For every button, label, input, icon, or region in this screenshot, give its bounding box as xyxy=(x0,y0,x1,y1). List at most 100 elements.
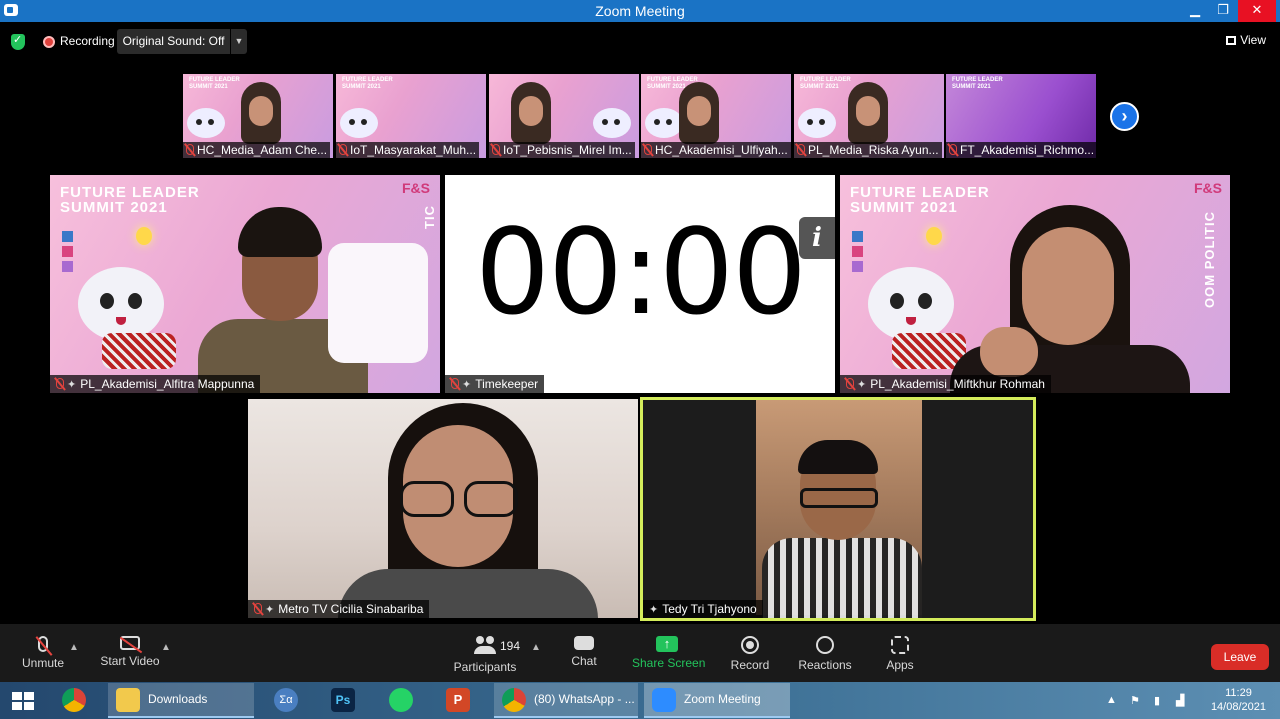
participants-icon xyxy=(474,636,496,656)
view-button[interactable]: View xyxy=(1226,33,1266,47)
photoshop-icon[interactable]: Ps xyxy=(331,688,355,712)
muted-mic-icon xyxy=(797,144,805,155)
muted-mic-icon xyxy=(56,378,64,389)
unmute-label: Unmute xyxy=(21,656,65,670)
maximize-button[interactable]: ❐ xyxy=(1208,0,1238,22)
room-side-text: TIC xyxy=(422,205,437,229)
participant-thumbnail[interactable]: FUTURE LEADER SUMMIT 2021 HC_Media_Adam … xyxy=(183,74,333,158)
original-sound-button[interactable]: Original Sound: Off xyxy=(117,29,230,54)
video-tile-miftkhur[interactable]: FUTURE LEADER SUMMIT 2021 F&S OOM POLITIC… xyxy=(840,175,1230,393)
zoom-icon xyxy=(652,688,676,712)
chat-button[interactable]: Chat xyxy=(566,624,602,682)
start-video-label: Start Video xyxy=(100,654,160,668)
taskbar-whatsapp-chrome[interactable]: (80) WhatsApp - ... xyxy=(494,683,638,718)
reactions-label: Reactions xyxy=(798,658,852,672)
participant-thumbnail[interactable]: FUTURE LEADER SUMMIT 2021 PL_Media_Riska… xyxy=(794,74,944,158)
muted-mic-icon xyxy=(38,636,48,652)
thumbnail-brand: FUTURE LEADER SUMMIT 2021 xyxy=(189,77,240,90)
background-patch xyxy=(328,243,428,363)
close-button[interactable]: ✕ xyxy=(1238,0,1276,22)
record-button[interactable]: Record xyxy=(730,624,770,682)
chrome-icon xyxy=(502,688,526,712)
meeting-controls-bar: Unmute ▲ Start Video ▲ Participants 194 … xyxy=(0,624,1280,682)
taskbar-zoom-meeting[interactable]: Zoom Meeting xyxy=(644,683,790,718)
mascot-image xyxy=(187,108,225,138)
video-tile-cicilia[interactable]: ✦ Metro TV Cicilia Sinabariba xyxy=(248,399,638,618)
video-tile-alfitra[interactable]: FUTURE LEADER SUMMIT 2021 F&S TIC ✦ PL_Aka… xyxy=(50,175,440,393)
muted-mic-icon xyxy=(451,378,459,389)
original-sound-dropdown[interactable]: ▼ xyxy=(231,29,247,54)
lightbulb-icon xyxy=(136,227,152,245)
thumbnail-brand: FUTURE LEADER SUMMIT 2021 xyxy=(342,77,393,90)
windows-logo-icon xyxy=(12,692,34,710)
next-page-arrow-icon[interactable]: › xyxy=(1110,102,1139,131)
battery-icon[interactable]: ▮ xyxy=(1154,694,1168,707)
muted-mic-icon xyxy=(254,603,262,614)
video-options-caret[interactable]: ▲ xyxy=(161,642,171,653)
participant-count: 194 xyxy=(500,639,521,653)
mascot-image xyxy=(645,108,683,138)
video-tile-timekeeper[interactable]: 00:00 i ✦ Timekeeper xyxy=(445,175,835,393)
participant-name-label: ✦ Timekeeper xyxy=(445,375,545,393)
chat-icon xyxy=(574,636,594,650)
powerpoint-icon[interactable]: P xyxy=(446,688,470,712)
pin-icon: ✦ xyxy=(462,379,472,391)
summit-title: FUTURE LEADER SUMMIT 2021 xyxy=(60,184,200,216)
pin-icon: ✦ xyxy=(67,379,77,391)
participant-thumbnail[interactable]: IoT_Pebisnis_Mirel Im... xyxy=(489,74,639,158)
summit-title: FUTURE LEADER SUMMIT 2021 xyxy=(850,184,990,216)
network-icon[interactable]: ▟ xyxy=(1176,694,1190,707)
participant-thumbnail[interactable]: FUTURE LEADER SUMMIT 2021 FT_Akademisi_R… xyxy=(946,74,1096,158)
muted-mic-icon xyxy=(492,144,500,155)
muted-mic-icon xyxy=(846,378,854,389)
participant-video xyxy=(511,82,551,144)
mascot-image xyxy=(78,267,164,341)
flag-icon[interactable]: ⚑ xyxy=(1130,694,1144,707)
apps-icon xyxy=(891,636,909,654)
view-label: View xyxy=(1240,33,1266,47)
mascot-image xyxy=(340,108,378,138)
clock-time: 11:29 xyxy=(1225,687,1252,699)
fls-logo: F&S xyxy=(1194,180,1222,196)
participant-video xyxy=(848,82,888,144)
math-app-icon[interactable]: Σα xyxy=(274,688,298,712)
minimize-button[interactable]: ▁ xyxy=(1180,0,1210,22)
participant-thumbnail[interactable]: FUTURE LEADER SUMMIT 2021 HC_Akademisi_U… xyxy=(641,74,791,158)
muted-mic-icon xyxy=(644,144,652,155)
video-tile-tedy-active-speaker[interactable]: ✦ Tedy Tri Tjahyono xyxy=(640,397,1036,621)
apps-button[interactable]: Apps xyxy=(884,624,916,682)
participants-options-caret[interactable]: ▲ xyxy=(531,642,541,653)
grid-icon xyxy=(1226,36,1237,45)
participant-name-label: ✦ Metro TV Cicilia Sinabariba xyxy=(248,600,430,618)
participant-name-label: HC_Akademisi_Ulfiyah... xyxy=(641,142,791,158)
fls-logo: F&S xyxy=(402,180,430,196)
participant-video xyxy=(756,400,922,618)
leave-button[interactable]: Leave xyxy=(1211,644,1269,670)
participant-thumbnail[interactable]: FUTURE LEADER SUMMIT 2021 IoT_Masyarakat… xyxy=(336,74,486,158)
participants-button[interactable]: Participants xyxy=(452,624,518,682)
audio-options-caret[interactable]: ▲ xyxy=(69,642,79,653)
info-icon[interactable]: i xyxy=(799,217,835,259)
reactions-button[interactable]: Reactions xyxy=(798,624,852,682)
window-title: Zoom Meeting xyxy=(595,3,685,19)
participant-video xyxy=(241,82,281,144)
taskbar-downloads[interactable]: Downloads xyxy=(108,683,254,718)
room-side-text: OOM POLITIC xyxy=(1202,211,1217,308)
mascot-image xyxy=(798,108,836,138)
thumbnail-brand: FUTURE LEADER SUMMIT 2021 xyxy=(952,77,1003,90)
whatsapp-desktop-icon[interactable] xyxy=(389,688,413,712)
record-icon xyxy=(741,636,759,654)
show-hidden-icons-icon[interactable]: ▲ xyxy=(1106,694,1120,706)
unmute-button[interactable]: Unmute xyxy=(18,624,68,682)
clock[interactable]: 11:29 14/08/2021 xyxy=(1211,686,1266,714)
start-video-button[interactable]: Start Video xyxy=(98,624,162,682)
chat-label: Chat xyxy=(571,654,597,668)
share-screen-button[interactable]: ↑ Share Screen xyxy=(632,624,705,682)
video-off-icon xyxy=(120,636,140,650)
reactions-icon xyxy=(816,636,834,654)
participant-video xyxy=(679,82,719,144)
muted-mic-icon xyxy=(186,144,194,155)
start-button[interactable] xyxy=(0,682,46,719)
security-shield-icon[interactable] xyxy=(11,33,25,50)
chrome-icon[interactable] xyxy=(62,688,86,712)
